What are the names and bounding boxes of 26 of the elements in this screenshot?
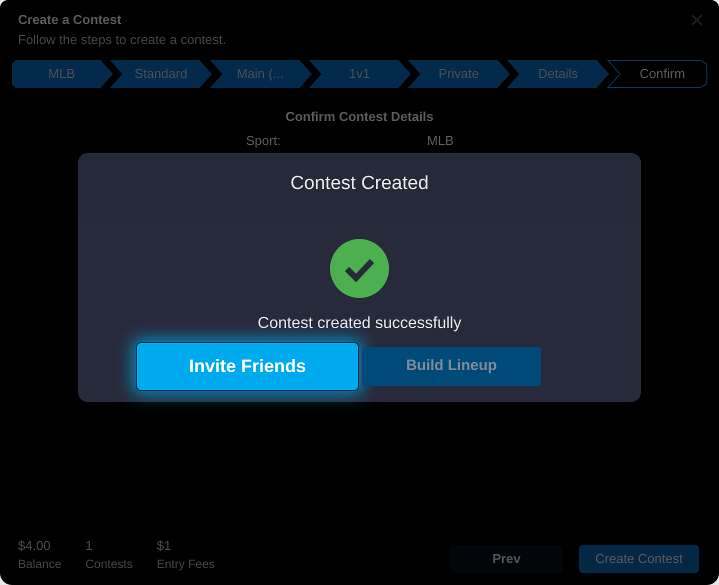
modal-title: Contest Created	[290, 172, 429, 196]
detail-value: MLB	[427, 132, 454, 148]
step-tab[interactable]: 1v1	[310, 60, 410, 88]
stat-label: Contests	[85, 556, 133, 573]
page-subtitle: Follow the steps to create a contest.	[18, 30, 226, 49]
step-tab[interactable]: Details	[508, 60, 608, 88]
step-tab[interactable]: MLB	[12, 60, 112, 88]
section-title: Confirm Contest Details	[284, 108, 435, 126]
stat-value: 1	[85, 536, 94, 554]
stat-value: $4.00	[18, 536, 52, 554]
invite-friends-button[interactable]: Invite Friends	[136, 342, 359, 391]
step-tab[interactable]: Private	[409, 60, 508, 88]
close-icon[interactable]	[691, 14, 703, 26]
create-contest-button[interactable]: Create Contest	[579, 545, 699, 573]
success-check-icon	[330, 239, 389, 298]
step-tab[interactable]: Standard	[111, 60, 211, 88]
detail-label: Sport:	[246, 132, 282, 148]
prev-button[interactable]: Prev	[450, 545, 563, 573]
stat-value: $1	[156, 536, 172, 554]
stat-label: Balance	[18, 556, 62, 573]
step-tab[interactable]: Confirm	[608, 60, 707, 88]
build-lineup-button[interactable]: Build Lineup	[362, 347, 541, 386]
page-title: Create a Contest	[18, 11, 122, 29]
success-message: Contest created successfully	[256, 314, 462, 334]
stat-label: Entry Fees	[156, 556, 215, 573]
step-tab[interactable]: Main (...	[210, 60, 310, 88]
